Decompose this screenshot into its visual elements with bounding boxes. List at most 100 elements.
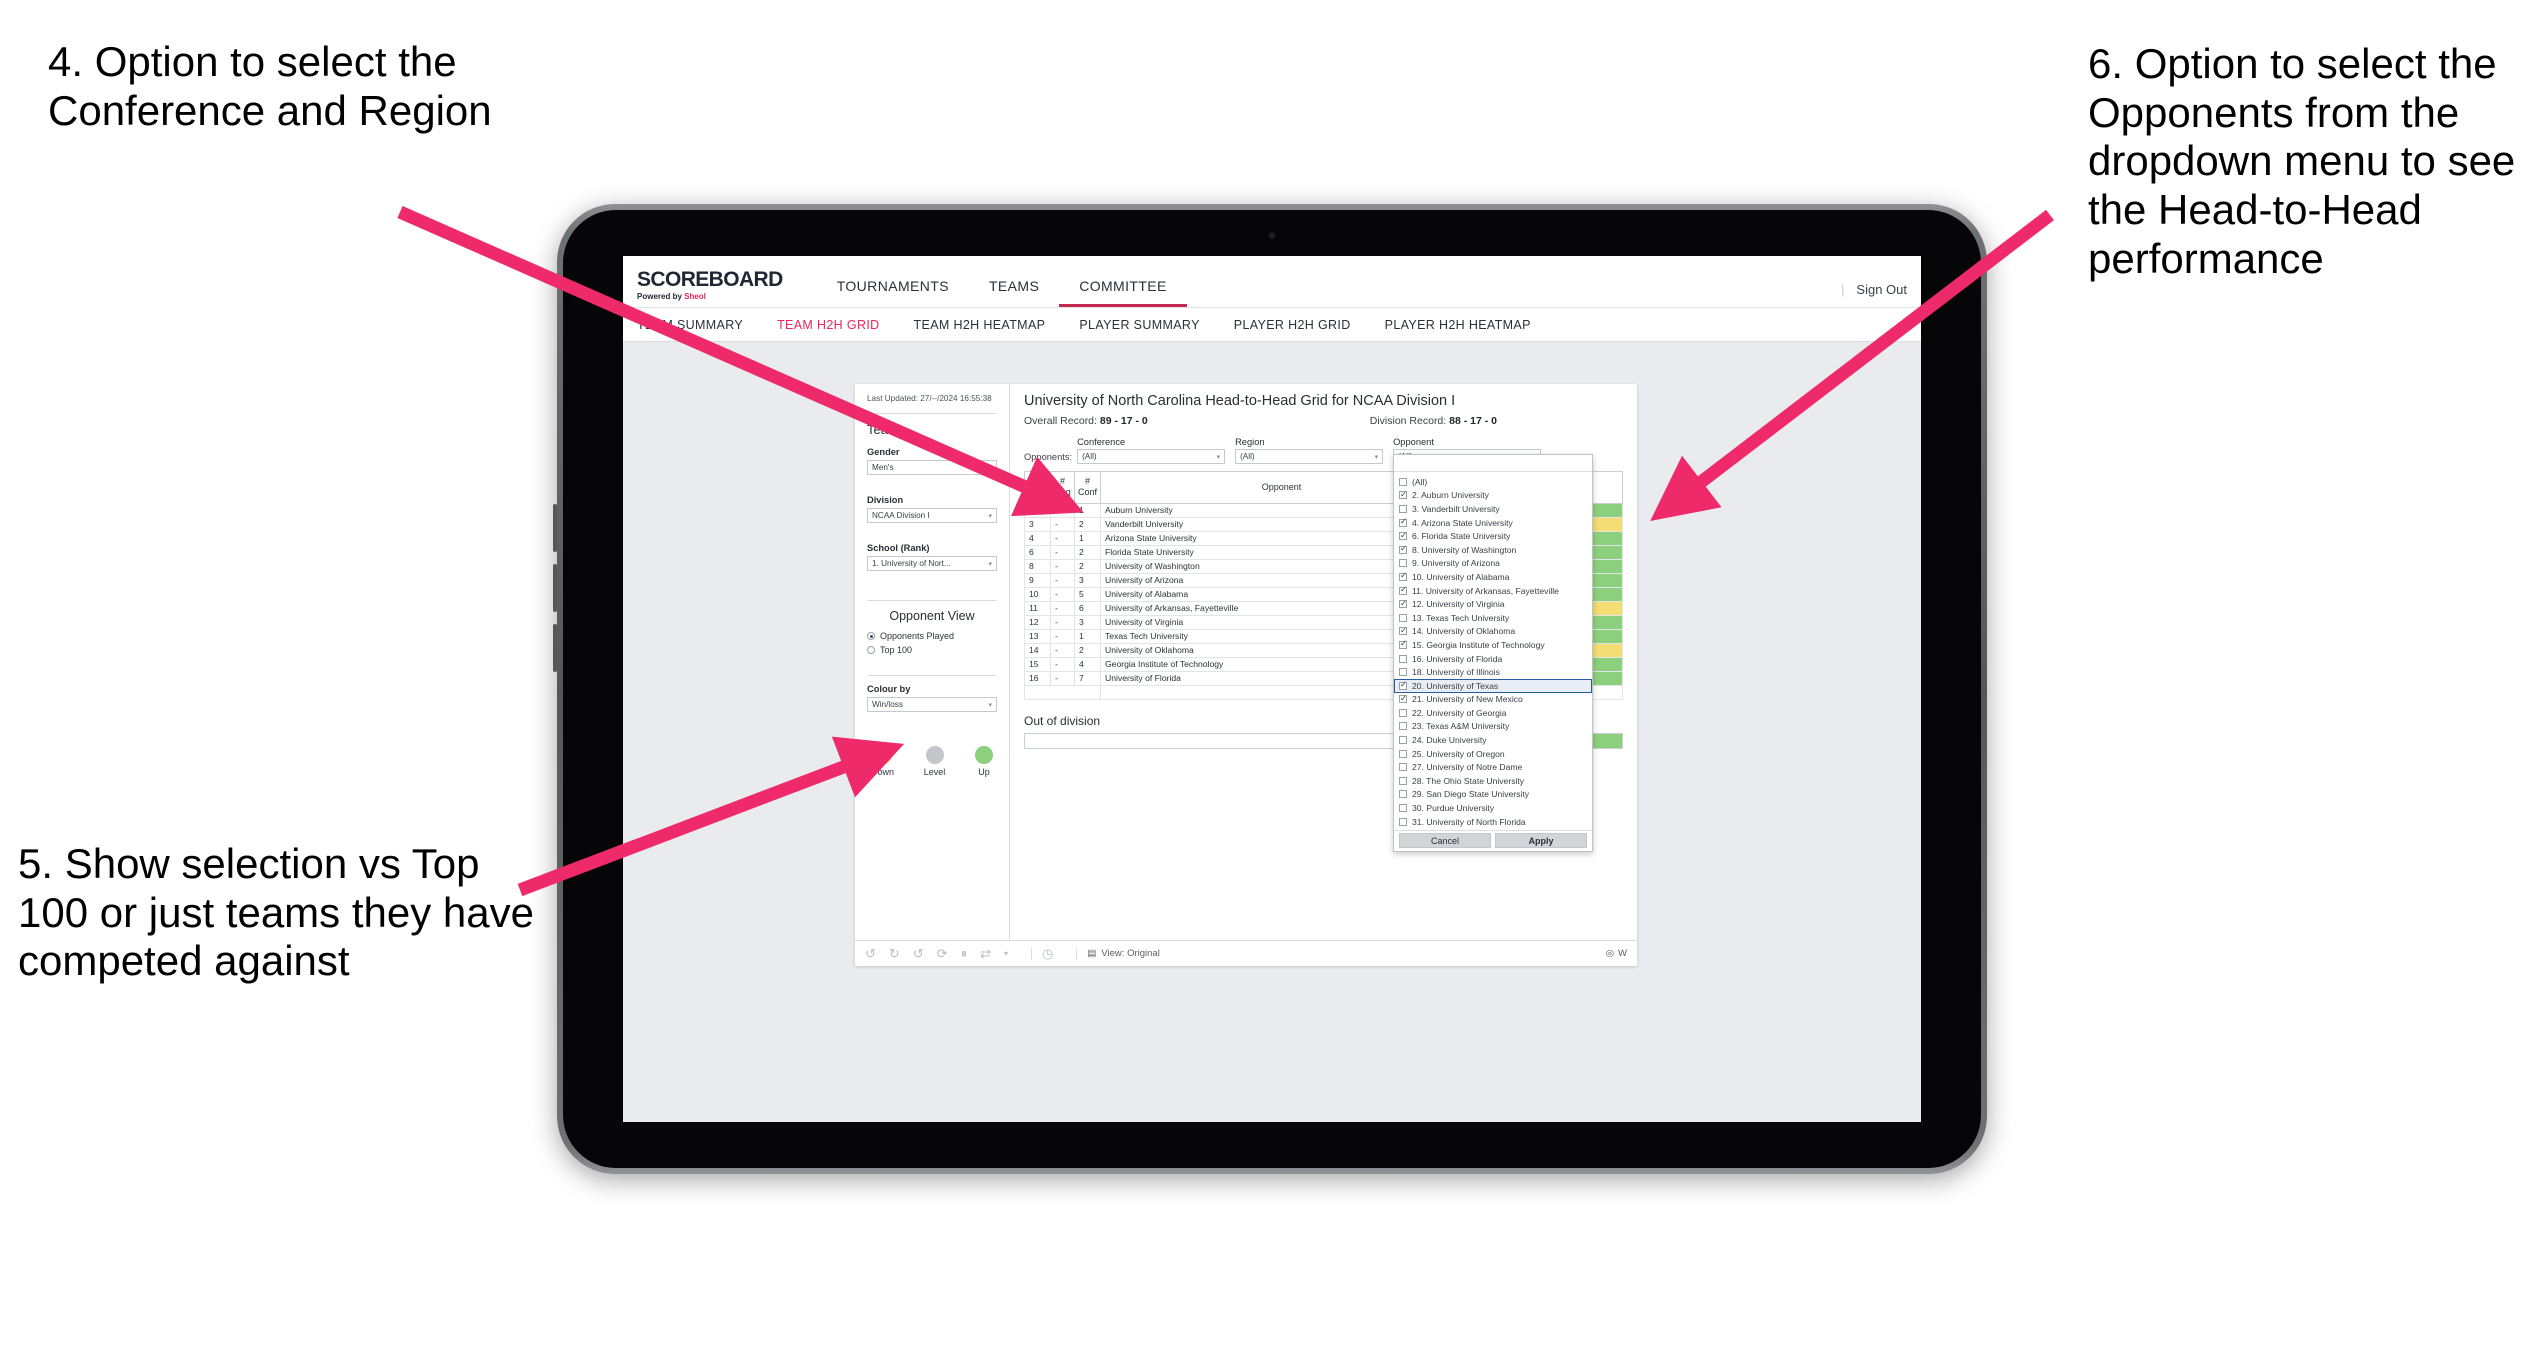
checkbox-icon[interactable]	[1399, 559, 1407, 568]
opponent-option[interactable]: 20. University of Texas	[1394, 678, 1592, 693]
topnav-item-tournaments[interactable]: TOURNAMENTS	[817, 278, 969, 307]
revert-icon[interactable]: ↺	[913, 946, 924, 962]
radio-opponents-played[interactable]: Opponents Played	[867, 631, 997, 641]
radio-top-100[interactable]: Top 100	[867, 645, 997, 655]
checkbox-icon[interactable]	[1399, 790, 1407, 799]
redo-icon[interactable]: ↻	[889, 946, 900, 962]
checkbox-icon[interactable]	[1399, 749, 1407, 758]
opponent-option[interactable]: 18. University of Illinois	[1394, 665, 1592, 679]
checkbox-icon[interactable]	[1399, 736, 1407, 745]
opponent-option[interactable]: 12. University of Virginia	[1394, 597, 1592, 611]
checkbox-icon[interactable]	[1399, 680, 1407, 690]
clock-icon[interactable]: ◷	[1042, 946, 1053, 962]
checkbox-icon[interactable]	[1399, 776, 1407, 785]
checkbox-icon[interactable]	[1399, 708, 1407, 717]
checkbox-icon[interactable]	[1399, 722, 1407, 731]
opponent-option[interactable]: 10. University of Alabama	[1394, 570, 1592, 584]
view-original-button[interactable]: ▤ View: Original	[1087, 948, 1159, 959]
checkbox-icon[interactable]	[1399, 585, 1407, 595]
subnav-item-team-summary[interactable]: TEAM SUMMARY	[637, 318, 743, 332]
undo-icon[interactable]: ↺	[865, 946, 876, 962]
opponent-option[interactable]: 15. Georgia Institute of Technology	[1394, 638, 1592, 652]
topnav-item-committee[interactable]: COMMITTEE	[1059, 278, 1187, 307]
checkbox-icon[interactable]	[1399, 668, 1407, 677]
cancel-button[interactable]: Cancel	[1399, 833, 1491, 849]
brand-tagline: Powered by Sheol	[637, 292, 783, 301]
opponent-option[interactable]: 14. University of Oklahoma	[1394, 625, 1592, 639]
opponent-option[interactable]: 30. Purdue University	[1394, 801, 1592, 815]
chevron-down-icon: ▾	[988, 560, 992, 568]
opponent-option[interactable]: 3. Vanderbilt University	[1394, 502, 1592, 516]
opponent-option[interactable]: 2. Auburn University	[1394, 489, 1592, 503]
pause-icon[interactable]: ⏸	[961, 946, 968, 962]
checkbox-icon[interactable]	[1399, 613, 1407, 622]
share-icon[interactable]: ⇄	[980, 946, 991, 962]
subnav-item-team-h2h-heatmap[interactable]: TEAM H2H HEATMAP	[914, 318, 1046, 332]
opponent-option[interactable]: 16. University of Florida	[1394, 652, 1592, 666]
opponent-option[interactable]: 11. University of Arkansas, Fayetteville	[1394, 584, 1592, 598]
sign-out-link[interactable]: Sign Out	[1856, 282, 1907, 297]
chevron-down-icon: ▾	[988, 701, 992, 709]
brand-logo[interactable]: SCOREBOARD Powered by Sheol	[637, 269, 783, 307]
opponent-option[interactable]: 4. Arizona State University	[1394, 516, 1592, 530]
legend-label-down: Down	[871, 767, 895, 778]
opponent-option[interactable]: 24. Duke University	[1394, 733, 1592, 747]
division-record: Division Record: 88 - 17 - 0	[1370, 415, 1497, 427]
opponent-option[interactable]: 29. San Diego State University	[1394, 788, 1592, 802]
conference-select[interactable]: (All) ▾	[1077, 449, 1226, 464]
legend-dot-up	[975, 746, 993, 765]
subnav-item-player-summary[interactable]: PLAYER SUMMARY	[1079, 318, 1199, 332]
opponent-dropdown-menu[interactable]: (All) 2. Auburn University 3. Vanderbilt U…	[1393, 454, 1593, 853]
opponent-option[interactable]: 6. Florida State University	[1394, 529, 1592, 543]
tablet-screen: SCOREBOARD Powered by Sheol TOURNAMENTS …	[623, 256, 1921, 1122]
checkbox-icon[interactable]	[1399, 654, 1407, 663]
opponent-option[interactable]: (All)	[1394, 475, 1592, 489]
checkbox-icon[interactable]	[1399, 817, 1407, 826]
opponent-option[interactable]: 13. Texas Tech University	[1394, 611, 1592, 625]
toolbar-divider-1	[1031, 947, 1033, 960]
gender-select[interactable]: Men's ▾	[867, 460, 997, 476]
checkbox-icon[interactable]	[1399, 694, 1407, 704]
opponent-option[interactable]: 27. University of Notre Dame	[1394, 760, 1592, 774]
opponent-option[interactable]: 28. The Ohio State University	[1394, 774, 1592, 788]
opponent-option[interactable]: 23. Texas A&M University	[1394, 720, 1592, 734]
opponent-option[interactable]: 22. University of Georgia	[1394, 706, 1592, 720]
checkbox-icon[interactable]	[1399, 763, 1407, 772]
checkbox-icon[interactable]	[1399, 490, 1407, 500]
opponent-option[interactable]: 25. University of Oregon	[1394, 747, 1592, 761]
annotation-5: 5. Show selection vs Top 100 or just tea…	[18, 840, 546, 985]
checkbox-icon[interactable]	[1399, 517, 1407, 527]
checkbox-icon[interactable]	[1399, 804, 1407, 813]
colour-by-select[interactable]: Win/loss ▾	[867, 697, 997, 713]
checkbox-icon[interactable]	[1399, 639, 1407, 649]
opponent-option[interactable]: 8. University of Washington	[1394, 543, 1592, 557]
opponent-search-input[interactable]	[1394, 455, 1592, 472]
refresh-icon[interactable]: ⟳	[937, 946, 948, 962]
checkbox-icon[interactable]	[1399, 504, 1407, 513]
division-select[interactable]: NCAA Division I ▾	[867, 508, 997, 524]
subnav-item-player-h2h-heatmap[interactable]: PLAYER H2H HEATMAP	[1385, 318, 1531, 332]
region-label: Region	[1235, 437, 1265, 447]
apply-button[interactable]: Apply	[1495, 833, 1587, 849]
opponent-dropdown-actions: Cancel Apply	[1394, 830, 1592, 851]
chevron-down-icon[interactable]: ▾	[1004, 949, 1008, 958]
checkbox-icon[interactable]	[1399, 544, 1407, 554]
cell-reg: -	[1050, 517, 1075, 532]
eye-icon[interactable]: ◎	[1606, 948, 1614, 959]
opponent-option[interactable]: 31. University of North Florida	[1394, 815, 1592, 829]
opponent-option[interactable]: 9. University of Arizona	[1394, 557, 1592, 571]
topnav-item-teams[interactable]: TEAMS	[969, 278, 1059, 307]
school-select[interactable]: 1. University of Nort... ▾	[867, 556, 997, 572]
cell-conf: 1	[1074, 503, 1101, 518]
checkbox-icon[interactable]	[1399, 571, 1407, 581]
checkbox-icon[interactable]	[1399, 477, 1407, 486]
subnav-item-player-h2h-grid[interactable]: PLAYER H2H GRID	[1234, 318, 1351, 332]
region-select[interactable]: (All) ▾	[1235, 449, 1384, 464]
region-value: (All)	[1240, 452, 1255, 461]
opponent-option-label: 9. University of Arizona	[1412, 558, 1500, 569]
checkbox-icon[interactable]	[1399, 599, 1407, 609]
checkbox-icon[interactable]	[1399, 531, 1407, 541]
opponent-option[interactable]: 21. University of New Mexico	[1394, 693, 1592, 707]
checkbox-icon[interactable]	[1399, 626, 1407, 636]
subnav-item-team-h2h-grid[interactable]: TEAM H2H GRID	[777, 318, 879, 332]
